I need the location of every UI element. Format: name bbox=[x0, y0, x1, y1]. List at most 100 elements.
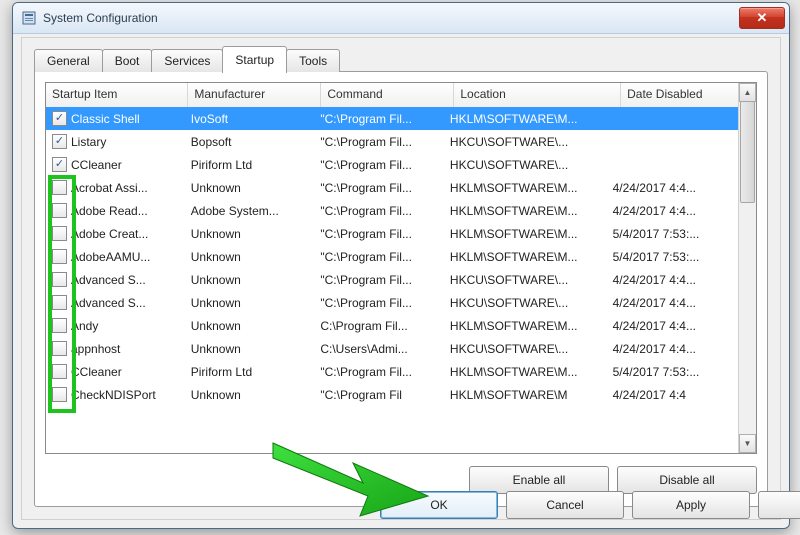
table-cell: HKLM\SOFTWARE\M... bbox=[444, 107, 607, 130]
table-row[interactable]: appnhostUnknownC:\Users\Admi...HKCU\SOFT… bbox=[46, 337, 738, 360]
table-cell: HKLM\SOFTWARE\M... bbox=[444, 360, 607, 383]
table-cell: HKCU\SOFTWARE\... bbox=[444, 130, 607, 153]
titlebar[interactable]: System Configuration ✕ bbox=[13, 3, 789, 34]
table-row[interactable]: AndyUnknownC:\Program Fil...HKLM\SOFTWAR… bbox=[46, 314, 738, 337]
table-cell: "C:\Program Fil... bbox=[314, 153, 444, 176]
column-header[interactable]: Manufacturer bbox=[188, 83, 321, 107]
table-cell: 5/4/2017 7:53:... bbox=[607, 245, 738, 268]
table-row[interactable]: Classic ShellIvoSoft"C:\Program Fil...HK… bbox=[46, 107, 738, 130]
row-label: Advanced S... bbox=[71, 296, 146, 310]
row-checkbox[interactable] bbox=[52, 387, 67, 402]
listview-header: Startup ItemManufacturerCommandLocationD… bbox=[46, 83, 756, 108]
table-cell bbox=[607, 153, 738, 176]
listview-body: Classic ShellIvoSoft"C:\Program Fil...HK… bbox=[46, 107, 738, 453]
row-checkbox[interactable] bbox=[52, 272, 67, 287]
table-cell: "C:\Program Fil bbox=[314, 383, 444, 406]
column-header[interactable]: Date Disabled bbox=[621, 83, 756, 107]
row-label: Classic Shell bbox=[71, 112, 140, 126]
row-checkbox[interactable] bbox=[52, 180, 67, 195]
table-cell: CCleaner bbox=[46, 360, 185, 383]
table-cell: 4/24/2017 4:4... bbox=[607, 337, 738, 360]
table-row[interactable]: CheckNDISPortUnknown"C:\Program FilHKLM\… bbox=[46, 383, 738, 406]
table-cell: C:\Users\Admi... bbox=[314, 337, 444, 360]
dialog-button-row: OK Cancel Apply Help bbox=[380, 491, 778, 533]
window-title: System Configuration bbox=[43, 11, 739, 25]
row-checkbox[interactable] bbox=[52, 295, 67, 310]
table-cell: 4/24/2017 4:4... bbox=[607, 199, 738, 222]
disable-all-button[interactable]: Disable all bbox=[617, 466, 757, 494]
row-checkbox[interactable] bbox=[52, 341, 67, 356]
table-cell: "C:\Program Fil... bbox=[314, 222, 444, 245]
table-row[interactable]: Advanced S...Unknown"C:\Program Fil...HK… bbox=[46, 268, 738, 291]
row-label: CheckNDISPort bbox=[71, 388, 156, 402]
table-cell: HKLM\SOFTWARE\M... bbox=[444, 199, 607, 222]
table-cell: Unknown bbox=[185, 291, 315, 314]
table-cell: CCleaner bbox=[46, 153, 185, 176]
column-header[interactable]: Startup Item bbox=[46, 83, 188, 107]
app-icon bbox=[21, 10, 37, 26]
dialog-body: GeneralBootServicesStartupTools Startup … bbox=[21, 37, 781, 520]
scroll-up-button[interactable]: ▲ bbox=[739, 83, 756, 102]
table-cell: "C:\Program Fil... bbox=[314, 176, 444, 199]
row-label: Advanced S... bbox=[71, 273, 146, 287]
row-checkbox[interactable] bbox=[52, 111, 67, 126]
table-cell: HKCU\SOFTWARE\... bbox=[444, 268, 607, 291]
tab-boot[interactable]: Boot bbox=[102, 49, 153, 72]
table-cell: AdobeAAMU... bbox=[46, 245, 185, 268]
row-checkbox[interactable] bbox=[52, 226, 67, 241]
table-row[interactable]: CCleanerPiriform Ltd"C:\Program Fil...HK… bbox=[46, 360, 738, 383]
ok-button[interactable]: OK bbox=[380, 491, 498, 519]
table-row[interactable]: Acrobat Assi...Unknown"C:\Program Fil...… bbox=[46, 176, 738, 199]
tab-tools[interactable]: Tools bbox=[286, 49, 340, 72]
system-configuration-window: System Configuration ✕ GeneralBootServic… bbox=[12, 2, 790, 529]
row-checkbox[interactable] bbox=[52, 157, 67, 172]
table-cell: Andy bbox=[46, 314, 185, 337]
row-checkbox[interactable] bbox=[52, 134, 67, 149]
row-label: CCleaner bbox=[71, 158, 122, 172]
table-cell: HKLM\SOFTWARE\M... bbox=[444, 314, 607, 337]
column-header[interactable]: Command bbox=[321, 83, 454, 107]
table-cell: "C:\Program Fil... bbox=[314, 107, 444, 130]
table-cell: 5/4/2017 7:53:... bbox=[607, 360, 738, 383]
table-cell: C:\Program Fil... bbox=[314, 314, 444, 337]
table-cell bbox=[607, 130, 738, 153]
row-checkbox[interactable] bbox=[52, 203, 67, 218]
table-row[interactable]: Adobe Creat...Unknown"C:\Program Fil...H… bbox=[46, 222, 738, 245]
row-checkbox[interactable] bbox=[52, 318, 67, 333]
table-cell: Advanced S... bbox=[46, 268, 185, 291]
cancel-button[interactable]: Cancel bbox=[506, 491, 624, 519]
row-checkbox[interactable] bbox=[52, 249, 67, 264]
close-icon: ✕ bbox=[757, 10, 768, 26]
table-cell: "C:\Program Fil... bbox=[314, 291, 444, 314]
table-cell: Unknown bbox=[185, 337, 315, 360]
help-button[interactable]: Help bbox=[758, 491, 800, 519]
tab-startup[interactable]: Startup bbox=[222, 46, 287, 73]
enable-all-button[interactable]: Enable all bbox=[469, 466, 609, 494]
table-row[interactable]: AdobeAAMU...Unknown"C:\Program Fil...HKL… bbox=[46, 245, 738, 268]
tab-general[interactable]: General bbox=[34, 49, 103, 72]
table-cell: Classic Shell bbox=[46, 107, 185, 130]
table-cell: HKLM\SOFTWARE\M... bbox=[444, 176, 607, 199]
table-cell: Unknown bbox=[185, 314, 315, 337]
table-row[interactable]: Adobe Read...Adobe System..."C:\Program … bbox=[46, 199, 738, 222]
apply-button[interactable]: Apply bbox=[632, 491, 750, 519]
row-checkbox[interactable] bbox=[52, 364, 67, 379]
table-row[interactable]: CCleanerPiriform Ltd"C:\Program Fil...HK… bbox=[46, 153, 738, 176]
table-cell: Adobe Read... bbox=[46, 199, 185, 222]
table-cell: Advanced S... bbox=[46, 291, 185, 314]
table-cell: "C:\Program Fil... bbox=[314, 199, 444, 222]
table-row[interactable]: ListaryBopsoft"C:\Program Fil...HKCU\SOF… bbox=[46, 130, 738, 153]
table-cell: 4/24/2017 4:4 bbox=[607, 383, 738, 406]
scroll-down-button[interactable]: ▼ bbox=[739, 434, 756, 453]
scroll-thumb[interactable] bbox=[740, 101, 755, 203]
tab-services[interactable]: Services bbox=[151, 49, 223, 72]
tab-panel-startup: Startup ItemManufacturerCommandLocationD… bbox=[34, 71, 768, 507]
table-cell: Adobe System... bbox=[185, 199, 315, 222]
close-button[interactable]: ✕ bbox=[739, 7, 785, 29]
table-cell: "C:\Program Fil... bbox=[314, 360, 444, 383]
table-cell: Adobe Creat... bbox=[46, 222, 185, 245]
vertical-scrollbar[interactable]: ▲ ▼ bbox=[738, 83, 756, 453]
table-row[interactable]: Advanced S...Unknown"C:\Program Fil...HK… bbox=[46, 291, 738, 314]
table-cell: CheckNDISPort bbox=[46, 383, 185, 406]
column-header[interactable]: Location bbox=[454, 83, 621, 107]
